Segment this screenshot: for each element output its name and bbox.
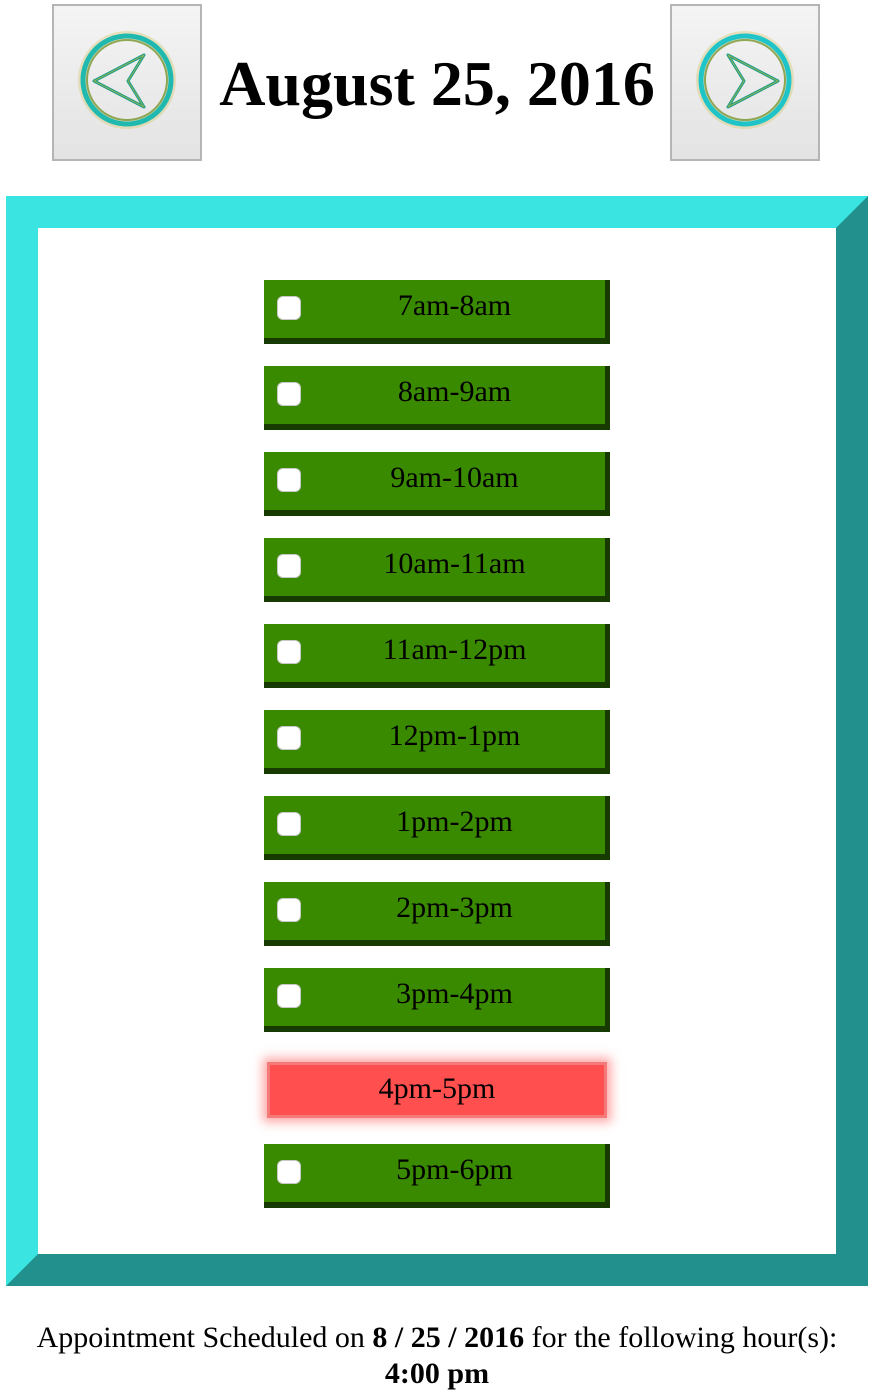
circle-right-arrow-icon: [690, 25, 800, 140]
time-slot[interactable]: 5pm-6pm: [264, 1144, 610, 1208]
slot-label: 12pm-1pm: [388, 719, 521, 752]
time-slot[interactable]: 9am-10am: [264, 452, 610, 516]
next-day-button[interactable]: [670, 4, 820, 161]
slot-label: 9am-10am: [390, 461, 519, 494]
slot-checkbox[interactable]: [277, 898, 301, 922]
slot-label: 7am-8am: [397, 289, 512, 322]
slot-label: 2pm-3pm: [396, 891, 513, 924]
time-slot[interactable]: 11am-12pm: [264, 624, 610, 688]
time-slot[interactable]: 12pm-1pm: [264, 710, 610, 774]
slot-checkbox[interactable]: [277, 296, 301, 320]
time-slot-list: 7am-8am 8am-9am 9am-10am 10am-11am 11am-…: [264, 280, 610, 1230]
time-slot[interactable]: 10am-11am: [264, 538, 610, 602]
slot-label: 8am-9am: [397, 375, 512, 408]
previous-day-button[interactable]: [52, 4, 202, 161]
slot-label: 1pm-2pm: [396, 805, 513, 838]
slot-checkbox[interactable]: [277, 984, 301, 1008]
appointment-summary: Appointment Scheduled on 8 / 25 / 2016 f…: [0, 1320, 874, 1392]
slot-label: 11am-12pm: [382, 633, 527, 666]
slot-checkbox[interactable]: [277, 726, 301, 750]
time-slot[interactable]: 3pm-4pm: [264, 968, 610, 1032]
time-slot-selected[interactable]: 4pm-5pm: [267, 1062, 607, 1118]
slot-checkbox[interactable]: [277, 554, 301, 578]
time-slot[interactable]: 2pm-3pm: [264, 882, 610, 946]
slot-checkbox[interactable]: [277, 382, 301, 406]
time-slot[interactable]: 7am-8am: [264, 280, 610, 344]
time-slot[interactable]: 1pm-2pm: [264, 796, 610, 860]
time-slot[interactable]: 8am-9am: [264, 366, 610, 430]
slot-checkbox[interactable]: [277, 640, 301, 664]
circle-left-arrow-icon: [72, 25, 182, 140]
slot-label: 10am-11am: [383, 547, 526, 580]
slot-checkbox[interactable]: [277, 1160, 301, 1184]
slot-checkbox[interactable]: [277, 812, 301, 836]
summary-date: 8 / 25 / 2016: [372, 1321, 525, 1354]
page-title: August 25, 2016: [219, 48, 655, 119]
slot-checkbox[interactable]: [277, 468, 301, 492]
summary-hours: 4:00 pm: [384, 1357, 490, 1390]
summary-prefix: Appointment Scheduled on: [36, 1321, 373, 1354]
slot-label: 5pm-6pm: [396, 1153, 513, 1186]
slot-label: 4pm-5pm: [378, 1072, 496, 1105]
summary-middle: for the following hour(s):: [524, 1321, 838, 1354]
slot-label: 3pm-4pm: [396, 977, 513, 1010]
time-slot-panel: 7am-8am 8am-9am 9am-10am 10am-11am 11am-…: [6, 196, 868, 1286]
